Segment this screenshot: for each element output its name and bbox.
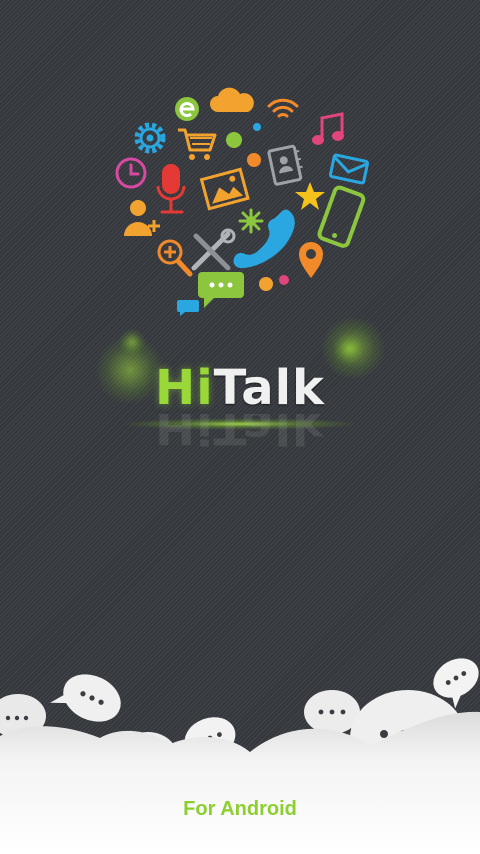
logo-hi-text: Hi [155, 360, 214, 416]
user-add-icon [124, 200, 160, 236]
speech-bubble [50, 674, 121, 722]
browser-e-icon [175, 97, 199, 121]
chat-bubble-icon [198, 272, 244, 308]
decorative-dot-icon [247, 153, 261, 167]
music-note-icon [312, 112, 344, 145]
decorative-dot-icon [279, 275, 289, 285]
splash-screen: HiTalk HiTalk For Android [0, 0, 480, 854]
logo-reflection: HiTalk [155, 414, 325, 454]
cloud-icon [210, 87, 254, 112]
cloud-bubbles-decoration [0, 658, 480, 854]
platform-tagline: For Android [183, 798, 297, 820]
logo-talk-text: Talk [213, 360, 325, 416]
app-logo: HiTalk [0, 360, 480, 416]
small-chat-bubble-icon [177, 300, 199, 316]
decorative-dot-icon [253, 123, 261, 131]
decorative-dot-icon [226, 132, 242, 148]
gear-icon [134, 122, 166, 154]
app-icon-cluster [100, 80, 390, 330]
glow-left-small [118, 328, 146, 356]
location-pin-icon [299, 242, 323, 278]
clock-icon [115, 157, 147, 189]
wifi-icon [267, 98, 299, 118]
envelope-icon [328, 153, 370, 185]
decorative-dot-icon [259, 277, 273, 291]
shopping-cart-icon [178, 128, 217, 160]
phone-handset-icon [233, 209, 295, 269]
